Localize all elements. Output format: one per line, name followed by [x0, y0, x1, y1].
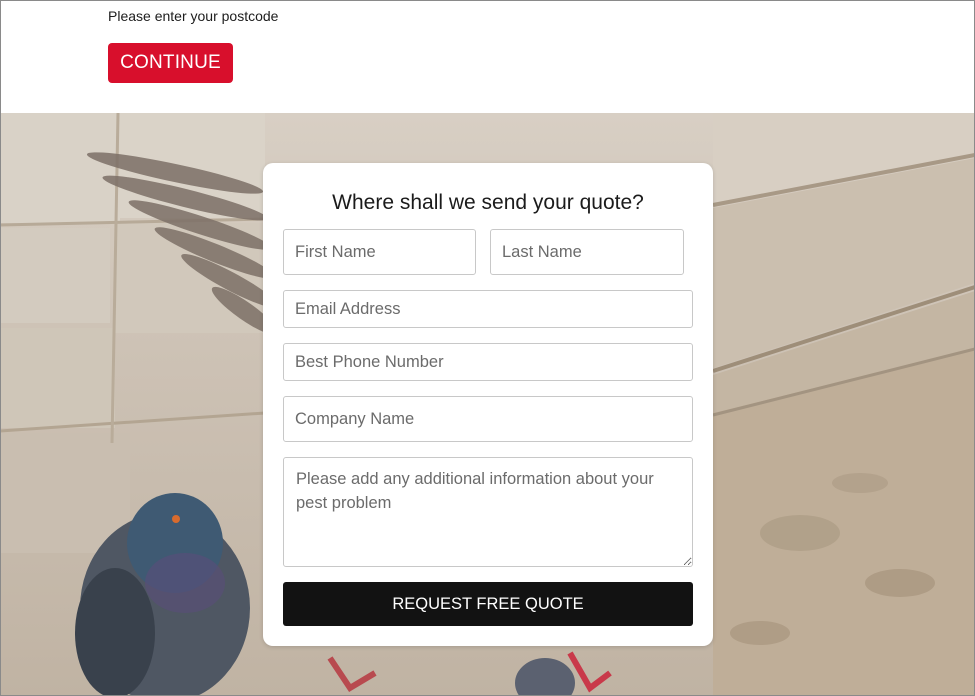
company-input[interactable] — [283, 396, 693, 442]
request-free-quote-button[interactable]: REQUEST FREE QUOTE — [283, 582, 693, 626]
quote-form-title: Where shall we send your quote? — [332, 191, 644, 214]
last-name-input[interactable] — [490, 229, 684, 275]
email-input[interactable] — [283, 290, 693, 328]
quote-form-card: Where shall we send your quote? REQUEST … — [263, 163, 713, 646]
postcode-label: Please enter your postcode — [108, 8, 279, 24]
continue-button[interactable]: CONTINUE — [108, 43, 233, 83]
phone-input[interactable] — [283, 343, 693, 381]
postcode-section: Please enter your postcode CONTINUE — [0, 0, 975, 113]
additional-info-textarea[interactable] — [283, 457, 693, 567]
first-name-input[interactable] — [283, 229, 476, 275]
